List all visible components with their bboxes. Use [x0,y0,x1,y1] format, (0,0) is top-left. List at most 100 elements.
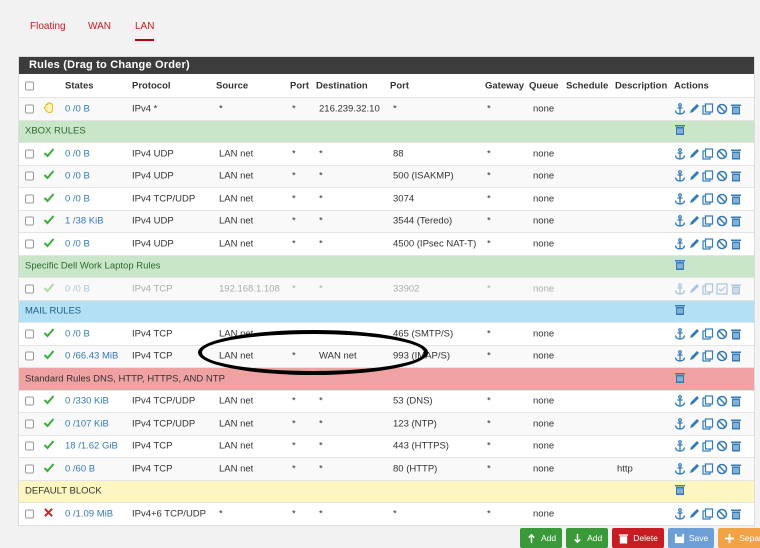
hand-icon[interactable] [43,101,55,116]
copy-icon[interactable] [702,440,714,452]
anchor-icon[interactable] [674,237,686,250]
rule-row[interactable]: 0 /0 B IPv4 UDP LAN net * * 4500 (IPsec NAT-T… [19,232,754,255]
tab-lan[interactable]: LAN [135,21,155,41]
rule-checkbox[interactable] [25,104,34,114]
copy-icon[interactable] [702,148,714,160]
separator-row[interactable]: Specific Dell Work Laptop Rules [19,254,754,277]
pencil-icon[interactable] [688,395,700,407]
anchor-icon[interactable] [674,440,686,452]
save-button[interactable]: Save [667,528,715,548]
pencil-icon[interactable] [688,215,700,227]
rule-checkbox[interactable] [25,284,34,294]
delete-button[interactable]: Delete [612,528,664,548]
rule-checkbox[interactable] [25,509,34,519]
trash-icon[interactable] [730,193,742,205]
rule-row[interactable]: 0 /107 KiB IPv4 TCP/UDP LAN net * * 123 (NTP)… [19,412,754,435]
separator-button[interactable]: Separator [718,528,760,548]
rule-checkbox[interactable] [25,239,34,249]
copy-icon[interactable] [702,463,714,475]
ban-icon[interactable] [716,193,728,205]
pencil-icon[interactable] [688,103,700,115]
trash-icon[interactable] [730,418,742,430]
separator-row[interactable]: Standard Rules DNS, HTTP, HTTPS, AND NTP [19,367,754,390]
add-button[interactable]: Add [520,528,563,548]
ban-icon[interactable] [716,238,728,250]
cell-states[interactable]: 0 /0 B [65,283,90,294]
delete-separator-button[interactable] [674,371,686,386]
rule-checkbox[interactable] [25,464,34,474]
delete-separator-button[interactable] [674,304,686,319]
rule-checkbox[interactable] [25,194,34,204]
separator-row[interactable]: MAIL RULES [19,299,754,322]
cell-states[interactable]: 0 /1.09 MiB [65,508,113,519]
rule-checkbox[interactable] [25,171,34,181]
rule-row[interactable]: 0 /0 B IPv4 UDP LAN net * * 500 (ISAKMP) * none [19,164,754,187]
pencil-icon[interactable] [688,170,700,182]
anchor-icon[interactable] [674,350,686,362]
select-all-checkbox[interactable] [25,81,34,90]
cell-states[interactable]: 0 /0 B [65,148,90,159]
pencil-icon[interactable] [688,418,700,430]
copy-icon[interactable] [702,170,714,182]
trash-icon[interactable] [730,440,742,452]
cell-states[interactable]: 0 /107 KiB [65,418,109,429]
check-square-icon[interactable] [716,283,728,295]
ban-icon[interactable] [716,395,728,407]
cell-states[interactable]: 0 /0 B [65,103,90,114]
trash-icon[interactable] [730,103,742,115]
rule-checkbox[interactable] [25,329,34,339]
pencil-icon[interactable] [688,463,700,475]
rule-row[interactable]: 0 /0 B IPv4 TCP 192.168.1.108 * * 33902 * none [19,277,754,300]
rule-row[interactable]: 0 /0 B IPv4 * * * 216.239.32.10 * * none [19,97,754,120]
copy-icon[interactable] [702,103,714,115]
cell-states[interactable]: 1 /38 KiB [65,216,104,227]
anchor-icon[interactable] [674,327,686,340]
add-button[interactable]: Add [566,528,609,548]
anchor-icon[interactable] [674,417,686,430]
anchor-icon[interactable] [674,507,686,520]
copy-icon[interactable] [702,238,714,250]
rule-checkbox[interactable] [25,441,34,451]
pencil-icon[interactable] [688,508,700,520]
check-icon[interactable] [43,236,55,251]
copy-icon[interactable] [702,215,714,227]
rule-row[interactable]: 0 /66.43 MiB IPv4 TCP LAN net * WAN net 993 (… [19,344,754,367]
delete-separator-button[interactable] [674,484,686,499]
tab-wan[interactable]: WAN [88,21,111,32]
trash-icon[interactable] [730,238,742,250]
pencil-icon[interactable] [688,350,700,362]
rule-row[interactable]: 0 /1.09 MiB IPv4+6 TCP/UDP * * * * * none [19,502,754,525]
ban-icon[interactable] [716,148,728,160]
pencil-icon[interactable] [688,148,700,160]
trash-icon[interactable] [730,170,742,182]
ban-icon[interactable] [716,463,728,475]
cell-states[interactable]: 0 /330 KiB [65,396,109,407]
tab-floating[interactable]: Floating [30,21,66,32]
anchor-icon[interactable] [674,102,686,115]
trash-icon[interactable] [730,148,742,160]
rule-checkbox[interactable] [25,149,34,159]
check-icon[interactable] [43,326,55,341]
check-icon[interactable] [43,461,55,476]
trash-icon[interactable] [730,395,742,407]
copy-icon[interactable] [702,350,714,362]
anchor-icon[interactable] [674,215,686,227]
check-icon[interactable] [43,394,55,409]
check-icon[interactable] [43,416,55,431]
pencil-icon[interactable] [688,328,700,340]
trash-icon[interactable] [730,328,742,340]
separator-row[interactable]: DEFAULT BLOCK [19,479,754,502]
trash-icon[interactable] [730,350,742,362]
ban-icon[interactable] [716,350,728,362]
ban-icon[interactable] [716,508,728,520]
delete-separator-button[interactable] [674,259,686,274]
copy-icon[interactable] [702,283,714,295]
rule-checkbox[interactable] [25,351,34,361]
rule-row[interactable]: 0 /60 B IPv4 TCP LAN net * * 80 (HTTP) * none ht… [19,457,754,480]
rule-checkbox[interactable] [25,419,34,429]
copy-icon[interactable] [702,328,714,340]
ban-icon[interactable] [716,215,728,227]
anchor-icon[interactable] [674,147,686,160]
copy-icon[interactable] [702,193,714,205]
anchor-icon[interactable] [674,170,686,182]
